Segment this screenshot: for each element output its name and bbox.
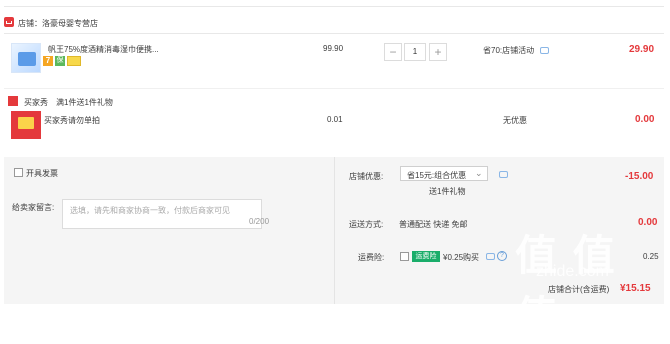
watermark-logo: 值 值 值 [515,232,617,340]
discount-select[interactable]: 省15元:组合优惠 ⌄ [400,166,488,181]
gift-item-title[interactable]: 买家秀请勿单拍 [44,115,100,126]
insurance-label: 运费险: [358,253,385,262]
gift-price: 0.01 [327,115,343,124]
watermark-text: zhide.com [536,263,609,280]
quantity-input[interactable]: 1 [404,43,426,61]
message-textarea[interactable]: 选填，请先和商家协商一致，付款后商家可见 0/200 [62,199,269,229]
product-thumbnail[interactable] [11,43,41,73]
product-title[interactable]: 帆王75%度酒精消毒湿巾便携... [48,44,159,55]
gift-subtotal: 0.00 [635,114,655,125]
shipping-method: 普通配送 快递 免邮 [399,220,468,229]
gift-label: 买家秀 [24,98,48,107]
chat-icon[interactable] [499,171,508,178]
discount-select-value: 省15元:组合优惠 [407,171,467,180]
insurance-checkbox[interactable] [400,252,409,261]
divider [4,33,664,34]
shipping-label: 运送方式: [349,220,384,229]
seven-day-return-icon: 7 [43,56,53,66]
store-name[interactable]: 店铺：洛豪母婴专营店 [18,18,98,29]
gift-description: 满1件送1件礼物 [56,98,113,107]
gift-thumbnail[interactable] [11,111,41,139]
message-label: 给卖家留言: [12,203,55,212]
invoice-checkbox[interactable] [14,168,23,177]
qty-plus-button[interactable]: + [429,43,447,61]
message-placeholder: 选填，请先和商家协商一致，付款后商家可见 [70,206,230,215]
insurance-tag: 运费险 [412,251,440,262]
gift-icon [8,96,18,106]
chat-icon[interactable] [486,253,495,260]
insurance-text: ¥0.25购买 [443,253,480,262]
top-divider [4,6,664,7]
message-count: 0/200 [249,217,270,226]
chevron-down-icon: ⌄ [475,168,483,178]
guarantee-icon: 保 [55,56,65,66]
panel-divider [334,157,335,304]
invoice-label[interactable]: 开具发票 [26,168,58,179]
card-icon [67,56,81,66]
chat-icon[interactable] [540,47,549,54]
product-subtotal: 29.90 [629,44,655,55]
discount-label: 店铺优惠: [349,172,384,181]
product-promo: 省70:店铺活动 [483,46,535,55]
divider [4,88,664,89]
help-icon[interactable]: ? [497,251,507,261]
product-price: 99.90 [323,44,344,53]
gift-promo: 无优惠 [503,116,527,125]
discount-note: 送1件礼物 [429,187,466,196]
discount-amount: -15.00 [625,171,654,182]
qty-minus-button[interactable]: − [384,43,402,61]
store-icon [4,17,14,27]
